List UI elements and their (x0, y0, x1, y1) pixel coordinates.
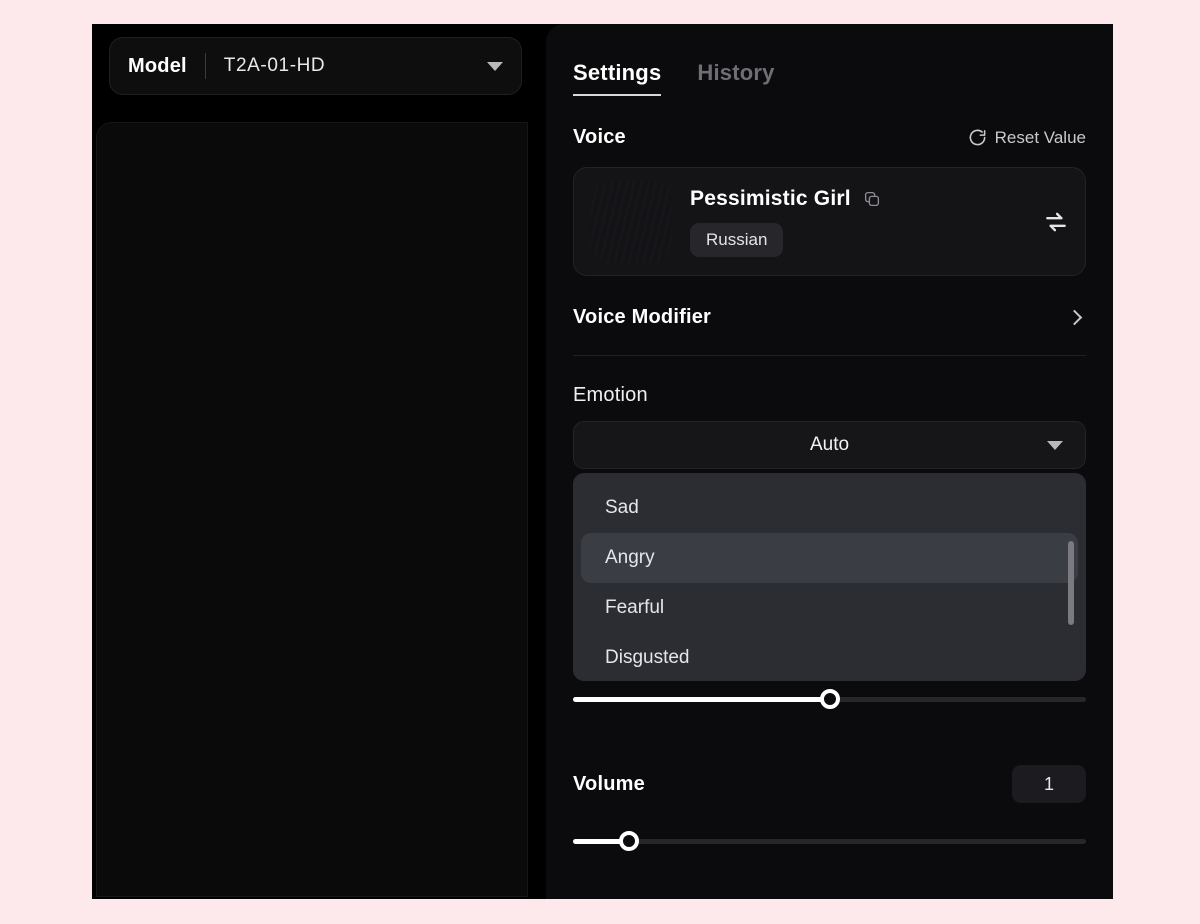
dropdown-option-disgusted[interactable]: Disgusted (581, 633, 1078, 681)
tab-bar: Settings History (573, 24, 1086, 96)
model-divider (204, 53, 206, 79)
reset-value-label: Reset Value (994, 127, 1086, 147)
emotion-slider[interactable] (573, 689, 1086, 709)
voice-modifier-label: Voice Modifier (573, 306, 712, 328)
volume-header: Volume 1 (573, 765, 1086, 803)
voice-name: Pessimistic Girl (690, 186, 851, 210)
tab-settings[interactable]: Settings (573, 60, 662, 96)
volume-slider[interactable] (573, 831, 1086, 851)
chevron-down-icon[interactable] (1047, 440, 1063, 450)
dropdown-option-fearful[interactable]: Fearful (581, 583, 1078, 633)
emotion-label: Emotion (573, 384, 648, 406)
tab-history[interactable]: History (697, 60, 774, 96)
volume-slider-thumb[interactable] (619, 831, 640, 851)
voice-name-row: Pessimistic Girl (690, 187, 1043, 211)
volume-value-box[interactable]: 1 (1012, 765, 1086, 803)
app-window: Model T2A-01-HD Settings History Voice R… (92, 24, 1113, 899)
model-selector[interactable]: Model T2A-01-HD (109, 37, 522, 95)
swap-icon[interactable] (1043, 209, 1069, 235)
volume-slider-track (573, 839, 1086, 844)
emotion-select-value: Auto (809, 434, 850, 455)
voice-section-title: Voice (573, 126, 626, 148)
voice-modifier-row[interactable]: Voice Modifier (573, 306, 1086, 356)
dropdown-option-angry[interactable]: Angry (581, 533, 1078, 583)
model-label: Model (128, 54, 187, 77)
voice-section-header: Voice Reset Value (573, 126, 1086, 149)
dropdown-scrollbar[interactable] (1068, 541, 1074, 625)
settings-panel: Settings History Voice Reset Value Pessi… (546, 24, 1113, 899)
dropdown-option-sad[interactable]: Sad (581, 483, 1078, 533)
editor-card[interactable] (96, 122, 528, 897)
chevron-right-icon[interactable] (1066, 309, 1083, 326)
reset-value-button[interactable]: Reset Value (968, 128, 1086, 148)
chevron-down-icon[interactable] (487, 61, 503, 71)
emotion-select[interactable]: Auto (573, 421, 1086, 469)
left-panel: Model T2A-01-HD (92, 24, 532, 899)
avatar (590, 180, 672, 263)
emotion-dropdown[interactable]: Sad Angry Fearful Disgusted (573, 473, 1086, 681)
emotion-slider-thumb[interactable] (819, 689, 840, 709)
emotion-slider-fill (573, 697, 830, 702)
voice-language-chip: Russian (690, 222, 784, 257)
volume-label: Volume (573, 772, 645, 795)
voice-info: Pessimistic Girl Russian (690, 187, 1043, 257)
model-value: T2A-01-HD (223, 55, 326, 76)
voice-card[interactable]: Pessimistic Girl Russian (573, 167, 1086, 276)
copy-icon[interactable] (863, 190, 881, 208)
reset-icon (969, 129, 986, 146)
